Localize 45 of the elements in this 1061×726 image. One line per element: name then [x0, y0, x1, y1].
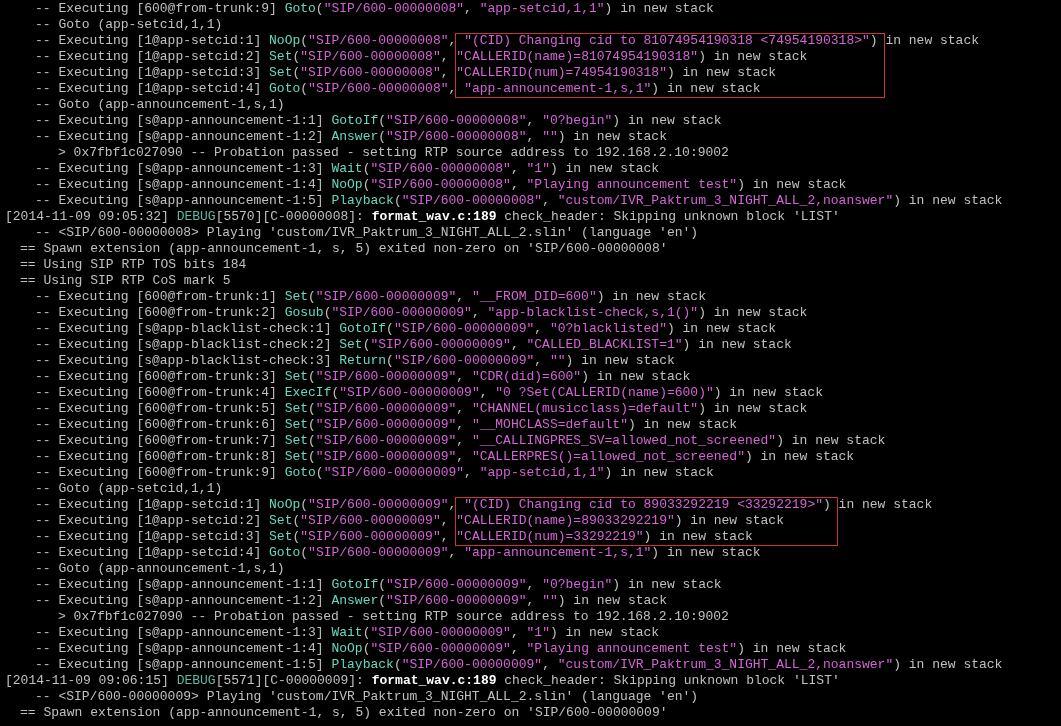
log-line: -- Goto (app-announcement-1,s,1): [35, 97, 285, 113]
log-line: -- Goto (app-setcid,1,1): [35, 17, 223, 33]
log-line: -- Executing [600@from-trunk:8] Set("SIP/600-00000009", "CALLERPRES()=allowed_not_screened") in new stack: [35, 449, 855, 465]
log-line: -- Executing [s@app-announcement-1:5] Playback("SIP/600-00000009", "custom/IVR_Paktrum_3_NIGHT_ALL_2,noanswer") in new stack: [35, 657, 1003, 673]
log-line: -- Executing [s@app-announcement-1:4] NoOp("SIP/600-00000009", "Playing announcement test") in new stack: [35, 641, 847, 657]
log-line: -- Goto (app-setcid,1,1): [35, 481, 223, 497]
log-line: -- Executing [1@app-setcid:4] Goto("SIP/600-00000009", "app-announcement-1,s,1") in new stack: [35, 545, 761, 561]
log-line: -- Executing [600@from-trunk:5] Set("SIP/600-00000009", "CHANNEL(musicclass)=default") in new stack: [35, 401, 808, 417]
log-line: -- Executing [s@app-announcement-1:2] Answer("SIP/600-00000008", "") in new stack: [35, 129, 667, 145]
log-line: > 0x7fbf1c027090 -- Probation passed - setting RTP source address to 192.168.2.10:9002: [58, 609, 729, 625]
log-line: -- Executing [600@from-trunk:2] Gosub("SIP/600-00000009", "app-blacklist-check,s,1()") in new stack: [35, 305, 808, 321]
log-line: -- Executing [1@app-setcid:3] Set("SIP/600-00000008", "CALLERID(num)=74954190318") in new stack: [35, 65, 777, 81]
log-line: -- Executing [s@app-announcement-1:4] NoOp("SIP/600-00000008", "Playing announcement test") in new stack: [35, 177, 847, 193]
log-line: -- Executing [s@app-announcement-1:3] Wait("SIP/600-00000009", "1") in new stack: [35, 625, 660, 641]
log-line: -- Executing [600@from-trunk:9] Goto("SIP/600-00000009", "app-setcid,1,1") in new stack: [35, 465, 714, 481]
log-line: -- Executing [600@from-trunk:4] ExecIf("SIP/600-00000009", "0 ?Set(CALLERID(name)=600)") in new stack: [35, 385, 823, 401]
log-line: == Spawn extension (app-announcement-1, s, 5) exited non-zero on 'SIP/600-00000009': [20, 705, 668, 721]
log-line: -- Goto (app-announcement-1,s,1): [35, 561, 285, 577]
log-line: -- Executing [1@app-setcid:2] Set("SIP/600-00000008", "CALLERID(name)=81074954190318") in new stack: [35, 49, 808, 65]
log-line: > 0x7fbf1c027090 -- Probation passed - setting RTP source address to 192.168.2.10:9002: [58, 145, 729, 161]
log-line: == Using SIP RTP TOS bits 184: [20, 257, 247, 273]
log-line: [2014-11-09 09:05:32] DEBUG[5570][C-00000008]: format_wav.c:189 check_header: Skipping unknown block 'LIST': [5, 209, 840, 225]
log-line: -- Executing [600@from-trunk:7] Set("SIP/600-00000009", "__CALLINGPRES_SV=allowed_not_screened") in new stack: [35, 433, 886, 449]
log-line: -- Executing [600@from-trunk:3] Set("SIP/600-00000009", "CDR(did)=600") in new stack: [35, 369, 691, 385]
log-line: -- Executing [600@from-trunk:6] Set("SIP/600-00000009", "__MOHCLASS=default") in new stack: [35, 417, 738, 433]
log-line: -- Executing [s@app-announcement-1:2] Answer("SIP/600-00000009", "") in new stack: [35, 593, 667, 609]
log-line: -- Executing [1@app-setcid:1] NoOp("SIP/600-00000009", "(CID) Changing cid to 89033292219 <33292219>") in new stack: [35, 497, 933, 513]
log-line: -- Executing [s@app-announcement-1:3] Wait("SIP/600-00000008", "1") in new stack: [35, 161, 660, 177]
log-line: -- Executing [s@app-blacklist-check:2] Set("SIP/600-00000009", "CALLED_BLACKLIST=1") in new stack: [35, 337, 792, 353]
log-line: -- Executing [1@app-setcid:1] NoOp("SIP/600-00000008", "(CID) Changing cid to 81074954190318 <74954190318>") in new stack: [35, 33, 980, 49]
log-line: == Spawn extension (app-announcement-1, s, 5) exited non-zero on 'SIP/600-00000008': [20, 241, 668, 257]
log-line: -- Executing [1@app-setcid:2] Set("SIP/600-00000009", "CALLERID(name)=89033292219") in new stack: [35, 513, 784, 529]
log-line: -- Executing [s@app-blacklist-check:1] GotoIf("SIP/600-00000009", "0?blacklisted") in new stack: [35, 321, 777, 337]
log-line: -- Executing [s@app-announcement-1:1] GotoIf("SIP/600-00000009", "0?begin") in new stack: [35, 577, 722, 593]
log-line: -- Executing [600@from-trunk:1] Set("SIP/600-00000009", "__FROM_DID=600") in new stack: [35, 289, 706, 305]
log-line: -- Executing [600@from-trunk:9] Goto("SIP/600-00000008", "app-setcid,1,1") in new stack: [35, 1, 714, 17]
log-line: -- Executing [1@app-setcid:4] Goto("SIP/600-00000008", "app-announcement-1,s,1") in new stack: [35, 81, 761, 97]
log-line: -- Executing [1@app-setcid:3] Set("SIP/600-00000009", "CALLERID(num)=33292219") in new stack: [35, 529, 753, 545]
log-line: -- Executing [s@app-announcement-1:5] Playback("SIP/600-00000008", "custom/IVR_Paktrum_3_NIGHT_ALL_2,noanswer") in new stack: [35, 193, 1003, 209]
log-line: == Using SIP RTP CoS mark 5: [20, 273, 231, 289]
log-line: -- Executing [s@app-blacklist-check:3] Return("SIP/600-00000009", "") in new stack: [35, 353, 675, 369]
log-line: [2014-11-09 09:06:15] DEBUG[5571][C-00000009]: format_wav.c:189 check_header: Skipping unknown block 'LIST': [5, 673, 840, 689]
log-line: -- Executing [s@app-announcement-1:1] GotoIf("SIP/600-00000008", "0?begin") in new stack: [35, 113, 722, 129]
log-line: -- <SIP/600-00000009> Playing 'custom/IVR_Paktrum_3_NIGHT_ALL_2.slin' (language 'en'): [35, 689, 699, 705]
log-line: -- <SIP/600-00000008> Playing 'custom/IVR_Paktrum_3_NIGHT_ALL_2.slin' (language 'en'): [35, 225, 699, 241]
